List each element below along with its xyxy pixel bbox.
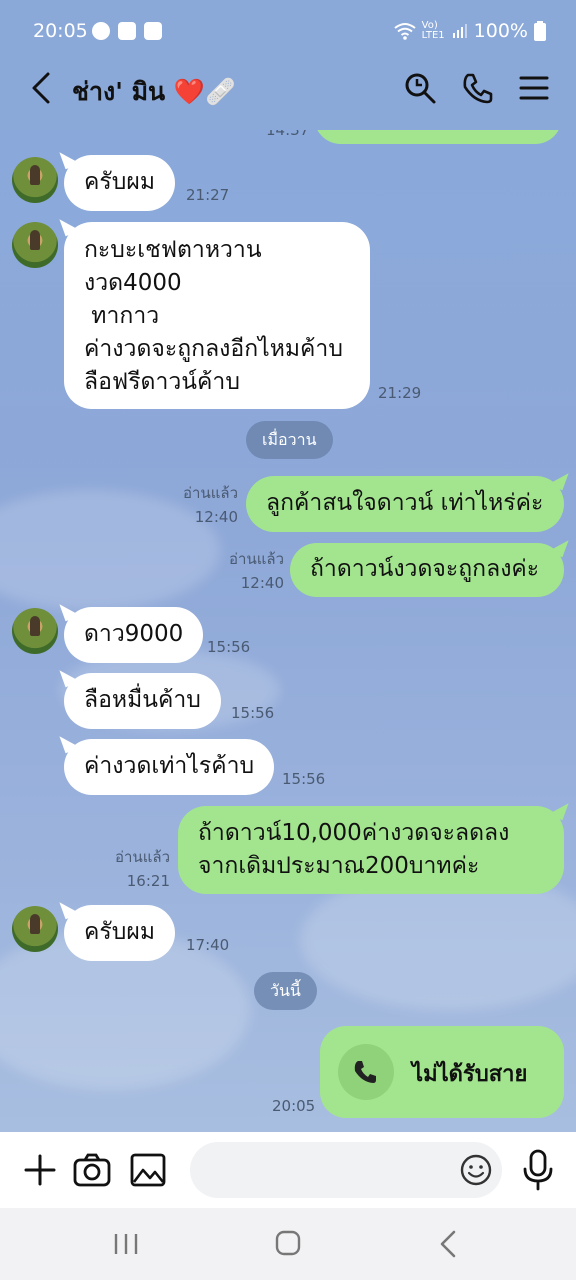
missed-call-label: ไม่ได้รับสาย xyxy=(412,1062,528,1087)
status-right: Vo) LTE1 100% xyxy=(394,20,546,42)
message-bubble-incoming[interactable]: กะบะเชฟตาหวาน งวด4000 ทากาว ค่างวดจะถูกล… xyxy=(64,222,370,409)
read-label: อ่านแล้ว xyxy=(115,848,170,866)
message-input-bar xyxy=(0,1132,576,1208)
plus-icon[interactable] xyxy=(20,1150,60,1190)
menu-icon[interactable] xyxy=(516,70,552,106)
message-time: 12:40 xyxy=(194,508,238,526)
read-label: อ่านแล้ว xyxy=(229,550,284,568)
phone-call-icon[interactable] xyxy=(460,70,496,106)
message-bubble-incoming[interactable]: ครับผม xyxy=(64,905,175,961)
missed-call-bubble[interactable]: ไม่ได้รับสาย xyxy=(320,1026,564,1118)
recent-apps-icon[interactable] xyxy=(106,1226,146,1262)
message-read-status: อ่านแล้ว 12:40 xyxy=(150,483,238,527)
signal-icon xyxy=(452,24,467,38)
message-time: 16:21 xyxy=(126,872,170,890)
read-label: อ่านแล้ว xyxy=(183,484,238,502)
contact-avatar[interactable] xyxy=(12,906,58,952)
image-icon[interactable] xyxy=(128,1150,168,1190)
camera-icon[interactable] xyxy=(72,1150,112,1190)
checkbox-notification-icon xyxy=(144,22,162,40)
chat-header: ช่าง' มิน ❤️🩹 xyxy=(0,48,576,130)
message-bubble-outgoing-partial[interactable] xyxy=(314,130,562,144)
line-app-icon xyxy=(92,22,110,40)
system-back-icon[interactable] xyxy=(430,1226,470,1262)
message-time: 17:40 xyxy=(186,936,230,954)
message-read-status: อ่านแล้ว 16:21 xyxy=(82,847,170,891)
message-time: 12:40 xyxy=(240,574,284,592)
home-icon[interactable] xyxy=(268,1226,308,1262)
message-bubble-incoming[interactable]: ดาว9000 xyxy=(64,607,204,663)
status-bar: 20:05 Vo) LTE1 100% xyxy=(0,0,576,48)
message-bubble-outgoing[interactable]: ถ้าดาวน์10,000ค่างวดจะลดลง จากเดิมประมาณ… xyxy=(178,806,564,894)
emoji-icon[interactable] xyxy=(458,1152,494,1188)
message-time: 21:27 xyxy=(186,186,230,204)
message-time: 20:05 xyxy=(272,1097,316,1115)
contact-avatar[interactable] xyxy=(12,222,58,268)
microphone-icon[interactable] xyxy=(520,1148,556,1192)
message-time: 15:56 xyxy=(282,770,326,788)
notification-icons xyxy=(92,22,162,40)
battery-percent: 100% xyxy=(473,20,528,42)
network-label: Vo) LTE1 xyxy=(421,20,445,41)
message-bubble-incoming[interactable]: ค่างวดเท่าไรค้าบ xyxy=(64,739,275,795)
message-time: 21:29 xyxy=(378,384,422,402)
date-separator: เมื่อวาน xyxy=(246,421,333,459)
message-time: 14:37 xyxy=(266,130,310,139)
contact-avatar[interactable] xyxy=(12,608,58,654)
status-time: 20:05 xyxy=(33,20,88,42)
message-input[interactable] xyxy=(190,1142,502,1198)
gallery-notification-icon xyxy=(118,22,136,40)
message-bubble-incoming[interactable]: ลือหมื่นค้าบ xyxy=(64,673,221,729)
call-icon-container xyxy=(338,1044,394,1100)
battery-icon xyxy=(534,21,546,41)
chat-title: ช่าง' มิน ❤️🩹 xyxy=(72,77,237,106)
message-read-status: อ่านแล้ว 12:40 xyxy=(196,549,284,593)
system-navigation-bar xyxy=(0,1208,576,1280)
phone-icon xyxy=(354,1061,376,1083)
message-bubble-outgoing[interactable]: ลูกค้าสนใจดาวน์ เท่าไหร่ค่ะ xyxy=(246,476,564,532)
message-time: 15:56 xyxy=(207,638,251,656)
date-separator: วันนี้ xyxy=(254,972,317,1010)
back-button[interactable] xyxy=(28,70,56,106)
message-time: 15:56 xyxy=(231,704,275,722)
contact-avatar[interactable] xyxy=(12,157,58,203)
message-bubble-incoming[interactable]: ครับผม xyxy=(64,155,175,211)
message-bubble-outgoing[interactable]: ถ้าดาวน์งวดจะถูกลงค่ะ xyxy=(290,543,564,597)
chat-area[interactable]: 14:37 ครับผม 21:27 กะบะเชฟตาหวาน งวด4000… xyxy=(0,130,576,1132)
wifi-icon xyxy=(394,23,416,40)
search-icon[interactable] xyxy=(402,70,438,106)
